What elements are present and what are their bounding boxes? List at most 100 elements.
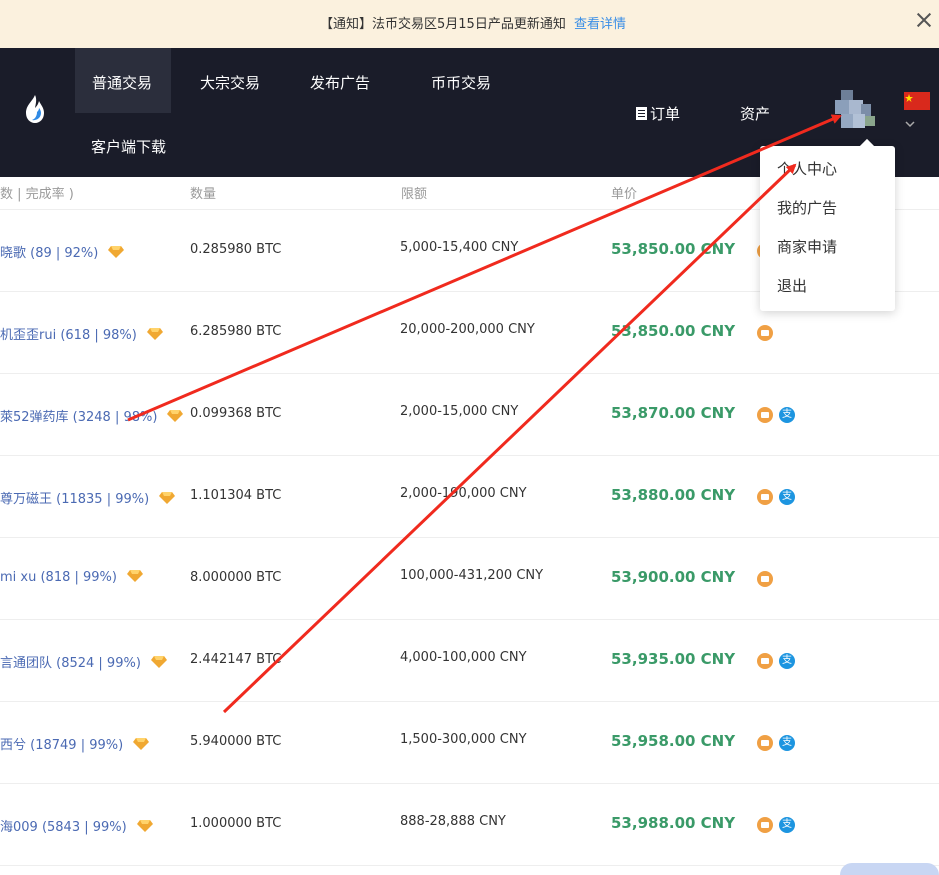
menu-merchant-apply[interactable]: 商家申请 — [777, 236, 837, 257]
limit: 888-28,888 CNY — [400, 814, 506, 829]
merchant-name[interactable]: 言通团队 (8524 | 99%) — [0, 652, 167, 671]
table-row[interactable]: mi xu (818 | 99%) 8.000000 BTC 100,000-431… — [0, 538, 939, 620]
merchant-label: 西兮 (18749 | 99%) — [0, 738, 124, 753]
merchant-label: 海009 (5843 | 99%) — [0, 820, 127, 835]
merchant-label: 言通团队 (8524 | 99%) — [0, 656, 141, 671]
limit: 20,000-200,000 CNY — [400, 322, 535, 337]
bank-card-icon — [757, 735, 773, 751]
merchant-name[interactable]: 萊52弹药库 (3248 | 98%) — [0, 406, 184, 425]
amount: 5.940000 BTC — [190, 734, 282, 749]
nav-post-ad-label: 发布广告 — [310, 74, 371, 92]
orders-label: 订单 — [650, 105, 681, 123]
orders-link[interactable]: 订单 — [636, 103, 680, 124]
diamond-icon — [133, 738, 150, 750]
merchant-name[interactable]: 机歪歪rui (618 | 98%) — [0, 324, 163, 343]
nav-client-download-label: 客户端下载 — [91, 138, 167, 156]
notice-details-link[interactable]: 查看详情 — [574, 17, 626, 32]
header-amount: 数量 — [190, 187, 217, 202]
table-row[interactable]: 萊52弹药库 (3248 | 98%) 0.099368 BTC 2,000-15,… — [0, 374, 939, 456]
header-merchant: 数 | 完成率 ) — [0, 187, 74, 202]
diamond-icon — [146, 328, 163, 340]
bank-card-icon — [757, 489, 773, 505]
amount: 6.285980 BTC — [190, 324, 282, 339]
diamond-icon — [126, 570, 143, 582]
logo-icon[interactable] — [22, 93, 48, 125]
diamond-icon — [167, 410, 184, 422]
merchant-name[interactable]: 海009 (5843 | 99%) — [0, 816, 153, 835]
nav-normal-trade-label: 普通交易 — [92, 74, 153, 92]
limit: 2,000-15,000 CNY — [400, 404, 519, 419]
nav-block-trade-label: 大宗交易 — [200, 74, 261, 92]
bank-card-icon — [757, 571, 773, 587]
price: 53,880.00 CNY — [611, 486, 736, 504]
alipay-icon: 支 — [779, 653, 795, 669]
chevron-down-icon[interactable] — [904, 118, 916, 130]
alipay-icon: 支 — [779, 817, 795, 833]
table-row[interactable]: 尊万磁王 (11835 | 99%) 1.101304 BTC 2,000-190,… — [0, 456, 939, 538]
merchant-name[interactable]: mi xu (818 | 99%) — [0, 570, 143, 585]
price: 53,850.00 CNY — [611, 322, 736, 340]
limit: 1,500-300,000 CNY — [400, 732, 527, 747]
menu-my-ads[interactable]: 我的广告 — [777, 197, 837, 218]
price: 53,958.00 CNY — [611, 732, 736, 750]
price: 53,935.00 CNY — [611, 650, 736, 668]
merchant-label: 萊52弹药库 (3248 | 98%) — [0, 410, 158, 425]
header-limit: 限额 — [401, 187, 428, 202]
menu-logout[interactable]: 退出 — [777, 275, 807, 296]
amount: 1.000000 BTC — [190, 816, 282, 831]
close-icon[interactable] — [915, 11, 933, 29]
limit: 2,000-190,000 CNY — [400, 486, 527, 501]
price: 53,988.00 CNY — [611, 814, 736, 832]
user-dropdown-menu: 个人中心 我的广告 商家申请 退出 — [760, 146, 895, 311]
china-flag-icon[interactable] — [904, 92, 930, 110]
limit: 4,000-100,000 CNY — [400, 650, 527, 665]
amount: 2.442147 BTC — [190, 652, 282, 667]
alipay-icon: 支 — [779, 735, 795, 751]
order-icon — [636, 107, 647, 120]
bank-card-icon — [757, 653, 773, 669]
header-price: 单价 — [611, 187, 638, 202]
nav-post-ad[interactable]: 发布广告 — [310, 72, 370, 93]
alipay-icon: 支 — [779, 407, 795, 423]
avatar[interactable] — [831, 90, 881, 130]
assets-link[interactable]: 资产 — [740, 103, 770, 124]
table-row[interactable]: 言通团队 (8524 | 99%) 2.442147 BTC 4,000-100,0… — [0, 620, 939, 702]
diamond-icon — [108, 246, 125, 258]
diamond-icon — [159, 492, 176, 504]
notice-bar: 【通知】法币交易区5月15日产品更新通知 查看详情 — [0, 0, 939, 48]
diamond-icon — [136, 820, 153, 832]
table-row[interactable]: 海009 (5843 | 99%) 1.000000 BTC 888-28,888 … — [0, 784, 939, 866]
notice-text-wrap: 【通知】法币交易区5月15日产品更新通知 查看详情 — [320, 13, 626, 32]
page: 【通知】法币交易区5月15日产品更新通知 查看详情 普通交易 大宗交易 发布广告… — [0, 0, 939, 875]
assets-label: 资产 — [740, 105, 771, 123]
nav-normal-trade[interactable]: 普通交易 — [75, 48, 171, 113]
floating-button[interactable] — [840, 863, 939, 875]
price: 53,850.00 CNY — [611, 240, 736, 258]
amount: 8.000000 BTC — [190, 570, 282, 585]
bank-card-icon — [757, 817, 773, 833]
notice-text: 【通知】法币交易区5月15日产品更新通知 — [320, 17, 566, 32]
limit: 100,000-431,200 CNY — [400, 568, 544, 583]
amount: 0.285980 BTC — [190, 242, 282, 257]
diamond-icon — [150, 656, 167, 668]
nav-block-trade[interactable]: 大宗交易 — [200, 72, 260, 93]
limit: 5,000-15,400 CNY — [400, 240, 519, 255]
merchant-name[interactable]: 尊万磁王 (11835 | 99%) — [0, 488, 176, 507]
merchant-name[interactable]: 西兮 (18749 | 99%) — [0, 734, 150, 753]
merchant-label: 机歪歪rui (618 | 98%) — [0, 328, 137, 343]
merchant-label: mi xu (818 | 99%) — [0, 570, 117, 585]
bank-card-icon — [757, 407, 773, 423]
merchant-name[interactable]: 晓歌 (89 | 92%) — [0, 242, 125, 261]
price: 53,870.00 CNY — [611, 404, 736, 422]
price: 53,900.00 CNY — [611, 568, 736, 586]
bank-card-icon — [757, 325, 773, 341]
alipay-icon: 支 — [779, 489, 795, 505]
merchant-label: 晓歌 (89 | 92%) — [0, 246, 99, 261]
table-row[interactable]: 西兮 (18749 | 99%) 5.940000 BTC 1,500-300,00… — [0, 702, 939, 784]
nav-client-download[interactable]: 客户端下载 — [91, 136, 166, 157]
merchant-label: 尊万磁王 (11835 | 99%) — [0, 492, 150, 507]
amount: 0.099368 BTC — [190, 406, 282, 421]
nav-coin-trade[interactable]: 币币交易 — [431, 72, 491, 93]
nav-coin-trade-label: 币币交易 — [431, 74, 492, 92]
menu-personal-center[interactable]: 个人中心 — [777, 158, 837, 179]
